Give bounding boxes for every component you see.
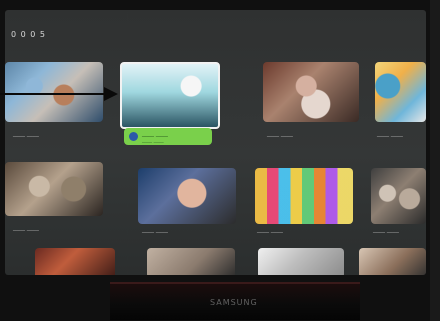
pointer-arrow-head [104,87,118,101]
tile-caption-row1-col3: ____ ____ [267,130,293,137]
tile-caption-row2-col2: ____ ____ [142,226,168,233]
tile-row3-col4[interactable] [359,248,426,275]
tv-screen: 0 0 0 5 ____ ____ ____ ____ ____ ____ __… [5,10,426,275]
tile-caption-row2-col3: ____ ____ [257,226,283,233]
tile-row1-col3[interactable] [263,62,359,122]
tile-caption-row2-col1: ____ ____ [13,224,39,231]
focused-tile-title: ____ ____ [142,130,168,137]
tile-row2-col4[interactable] [371,168,426,224]
tile-row2-col1[interactable] [5,162,103,216]
pointer-arrow-line [0,93,106,95]
tile-row3-col1[interactable] [35,248,115,275]
tile-row1-col4[interactable] [375,62,426,122]
tile-row1-col1[interactable] [5,62,103,122]
tile-row3-col2[interactable] [147,248,235,275]
tv-bezel-right [430,0,440,321]
section-title: 0 0 0 5 [11,30,46,39]
tile-caption-row2-col4: ____ ____ [373,226,399,233]
tile-caption-row1-col1: ____ ____ [13,130,39,137]
tv-brand-label: SAMSUNG [210,298,258,307]
tile-row1-col2-focused[interactable] [120,62,220,129]
tile-row3-col3[interactable] [258,248,344,275]
focused-tile-icon [129,132,138,141]
focused-tile-info-bar: ____ ____ ____ ____ [124,128,212,145]
tv-frame: 0 0 0 5 ____ ____ ____ ____ ____ ____ __… [0,0,440,321]
tile-caption-row1-col4: ____ ____ [377,130,403,137]
focused-tile-subtitle: ____ ____ [142,137,164,143]
tile-row2-col2[interactable] [138,168,236,224]
tile-row2-col3[interactable] [255,168,353,224]
